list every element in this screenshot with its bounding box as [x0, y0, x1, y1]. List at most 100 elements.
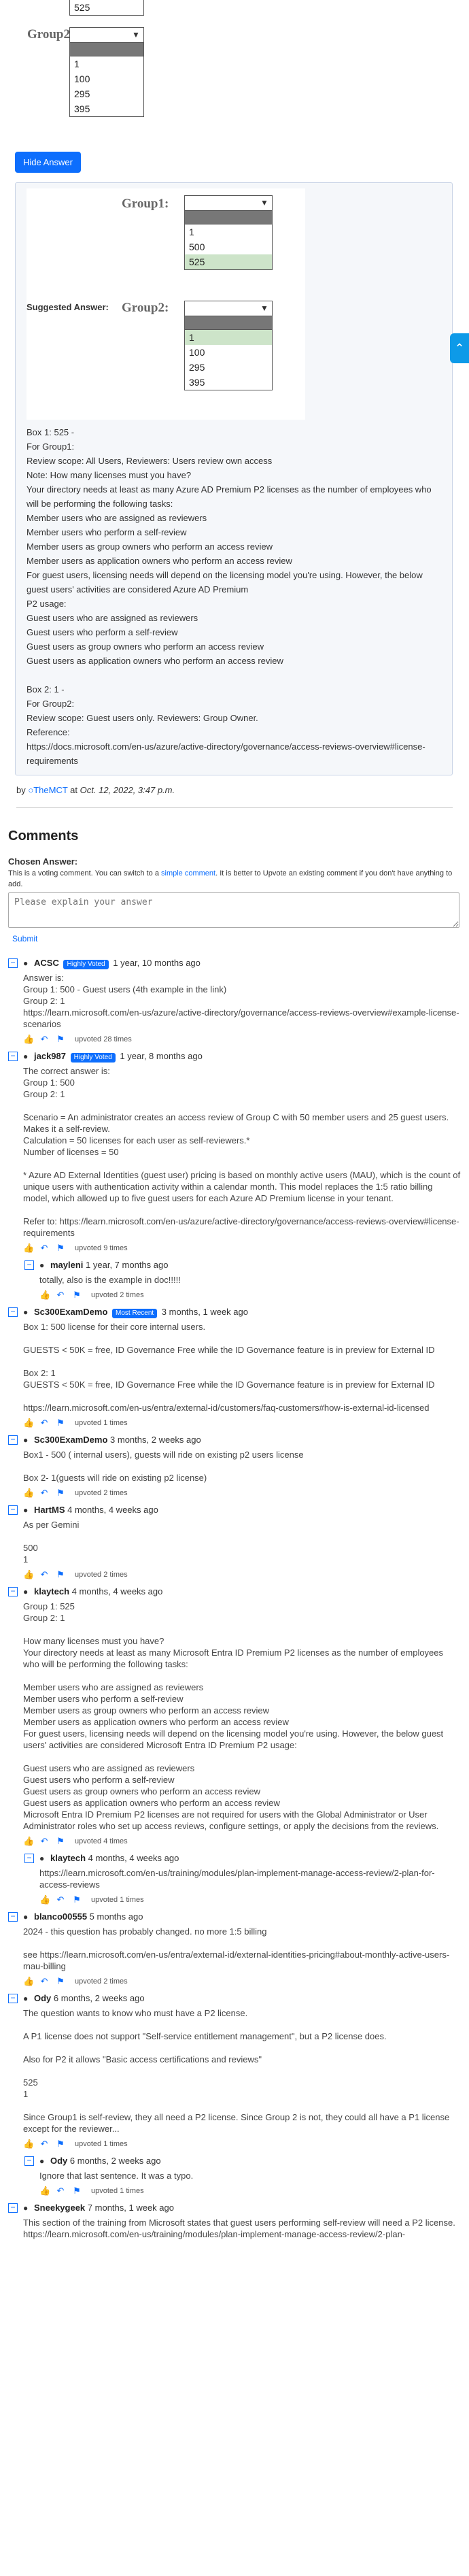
- collapse-toggle-icon[interactable]: −: [24, 1854, 34, 1863]
- comment-author[interactable]: blanco00555: [34, 1911, 87, 1922]
- collapse-toggle-icon[interactable]: −: [8, 958, 18, 968]
- flag-icon[interactable]: ⚑: [56, 1836, 65, 1847]
- thumbs-up-icon[interactable]: 👍: [23, 1034, 34, 1045]
- scroll-top-button[interactable]: ⌃: [450, 333, 469, 363]
- thumbs-up-icon[interactable]: 👍: [23, 1418, 34, 1428]
- comment-header: ● Ody 6 months, 2 weeks ago: [39, 2155, 461, 2167]
- dropdown-option-selected[interactable]: 525: [185, 254, 272, 269]
- flag-icon[interactable]: ⚑: [72, 2186, 82, 2196]
- reply-icon[interactable]: ↶: [39, 1034, 49, 1045]
- comment-author[interactable]: Sc300ExamDemo: [34, 1307, 107, 1317]
- dropdown-option[interactable]: 395: [185, 375, 272, 390]
- reply-icon[interactable]: ↶: [39, 1836, 49, 1847]
- comment-author[interactable]: klaytech: [34, 1586, 69, 1596]
- flag-icon[interactable]: ⚑: [56, 1569, 65, 1580]
- thumbs-up-icon[interactable]: 👍: [39, 2186, 50, 2196]
- comment-author[interactable]: mayleni: [50, 1260, 83, 1270]
- group1-label: Group1:: [122, 197, 169, 211]
- group2-label: Group2:: [27, 27, 75, 41]
- group2-select[interactable]: ▼: [185, 301, 272, 316]
- comment-author[interactable]: HartMS: [34, 1505, 65, 1515]
- reply-icon[interactable]: ↶: [56, 2186, 65, 2196]
- dropdown-option-selected[interactable]: 1: [185, 330, 272, 345]
- comment-author[interactable]: Ody: [34, 1993, 51, 2003]
- thumbs-up-icon[interactable]: 👍: [23, 1243, 34, 1254]
- answer-line: Review scope: Guest users only. Reviewer…: [27, 713, 258, 723]
- collapse-toggle-icon[interactable]: −: [8, 1505, 18, 1515]
- dropdown-option[interactable]: 295: [70, 86, 143, 101]
- comment-author[interactable]: jack987: [34, 1051, 66, 1061]
- collapse-toggle-icon[interactable]: −: [8, 1994, 18, 2003]
- reply-icon[interactable]: ↶: [56, 1894, 65, 1905]
- user-icon: ●: [23, 958, 29, 968]
- reply-icon[interactable]: ↶: [56, 1290, 65, 1301]
- comment-author[interactable]: ACSC: [34, 958, 59, 968]
- answer-line: Guest users as group owners who perform …: [27, 641, 264, 652]
- thumbs-up-icon[interactable]: 👍: [39, 1290, 50, 1301]
- comment-header: ● HartMS 4 months, 4 weeks ago: [23, 1504, 461, 1516]
- flag-icon[interactable]: ⚑: [72, 1290, 82, 1301]
- thumbs-up-icon[interactable]: 👍: [39, 1894, 50, 1905]
- comment-body: ● Ody 6 months, 2 weeks ago Ignore that la…: [39, 2155, 461, 2196]
- collapse-toggle-icon[interactable]: −: [8, 1435, 18, 1445]
- collapse-toggle-icon[interactable]: −: [24, 1260, 34, 1270]
- simple-comment-link[interactable]: simple comment: [161, 869, 215, 877]
- thumbs-up-icon[interactable]: 👍: [23, 1569, 34, 1580]
- hide-answer-button[interactable]: Hide Answer: [15, 152, 81, 173]
- collapse-toggle-icon[interactable]: −: [8, 1912, 18, 1922]
- author-link[interactable]: TheMCT: [33, 785, 67, 795]
- upvote-count: upvoted 1 times: [91, 2187, 144, 2195]
- group2-select[interactable]: ▼: [70, 28, 143, 43]
- submit-button[interactable]: Submit: [12, 934, 37, 943]
- reply-icon[interactable]: ↶: [39, 1488, 49, 1499]
- thumbs-up-icon[interactable]: 👍: [23, 1836, 34, 1847]
- answer-line: [27, 668, 445, 682]
- comment-header: ● klaytech 4 months, 4 weeks ago: [23, 1586, 461, 1598]
- thumbs-up-icon[interactable]: 👍: [23, 1976, 34, 1987]
- dropdown-option[interactable]: 1: [185, 224, 272, 239]
- collapse-toggle-icon[interactable]: −: [8, 1587, 18, 1596]
- comment-author[interactable]: Ody: [50, 2156, 67, 2166]
- thumbs-up-icon[interactable]: 👍: [23, 2139, 34, 2150]
- comment: − ● blanco00555 5 months ago 2024 - this qu…: [8, 1911, 461, 1987]
- reply-icon[interactable]: ↶: [39, 2139, 49, 2150]
- dropdown-option[interactable]: 100: [185, 345, 272, 360]
- comment-time: 3 months, 2 weeks ago: [110, 1435, 201, 1445]
- dropdown-option[interactable]: 295: [185, 360, 272, 375]
- collapse-toggle-icon[interactable]: −: [8, 1052, 18, 1061]
- flag-icon[interactable]: ⚑: [56, 1418, 65, 1428]
- reply-icon[interactable]: ↶: [39, 1243, 49, 1254]
- answer-line: For Group1:: [27, 441, 75, 452]
- upvote-count: upvoted 2 times: [75, 1977, 128, 1986]
- flag-icon[interactable]: ⚑: [72, 1894, 82, 1905]
- thumbs-up-icon[interactable]: 👍: [23, 1488, 34, 1499]
- comment: − ● klaytech 4 months, 4 weeks ago Group 1:…: [8, 1586, 461, 1847]
- comment-author[interactable]: klaytech: [50, 1853, 86, 1863]
- flag-icon[interactable]: ⚑: [56, 1243, 65, 1254]
- dropdown-option[interactable]: 1: [70, 56, 143, 71]
- reply-icon[interactable]: ↶: [39, 1569, 49, 1580]
- comment-header: ● blanco00555 5 months ago: [23, 1911, 461, 1923]
- dropdown-option[interactable]: 395: [70, 101, 143, 116]
- reply-icon[interactable]: ↶: [39, 1418, 49, 1428]
- dropdown-option[interactable]: 500: [185, 239, 272, 254]
- comments-list: − ● ACSC Highly Voted 1 year, 10 months ag…: [8, 957, 461, 2240]
- comment-author[interactable]: Sneekygeek: [34, 2203, 85, 2213]
- group1-select[interactable]: ▼: [185, 196, 272, 211]
- collapse-toggle-icon[interactable]: −: [8, 1307, 18, 1317]
- comment-input[interactable]: [8, 892, 459, 928]
- flag-icon[interactable]: ⚑: [56, 2139, 65, 2150]
- comment-author[interactable]: Sc300ExamDemo: [34, 1435, 107, 1445]
- reply-icon[interactable]: ↶: [39, 1976, 49, 1987]
- answer-line: P2 usage:: [27, 599, 67, 609]
- flag-icon[interactable]: ⚑: [56, 1976, 65, 1987]
- comment-header: ● Sc300ExamDemo Most Recent 3 months, 1 w…: [23, 1306, 461, 1318]
- collapse-toggle-icon[interactable]: −: [24, 2156, 34, 2166]
- flag-icon[interactable]: ⚑: [56, 1488, 65, 1499]
- comment-header: ● jack987 Highly Voted 1 year, 8 months a…: [23, 1050, 461, 1063]
- comment-time: 4 months, 4 weeks ago: [88, 1853, 179, 1863]
- collapse-toggle-icon[interactable]: −: [8, 2203, 18, 2213]
- dropdown-option[interactable]: 100: [70, 71, 143, 86]
- suggested-answer-label: Suggested Answer:: [27, 302, 109, 312]
- flag-icon[interactable]: ⚑: [56, 1034, 65, 1045]
